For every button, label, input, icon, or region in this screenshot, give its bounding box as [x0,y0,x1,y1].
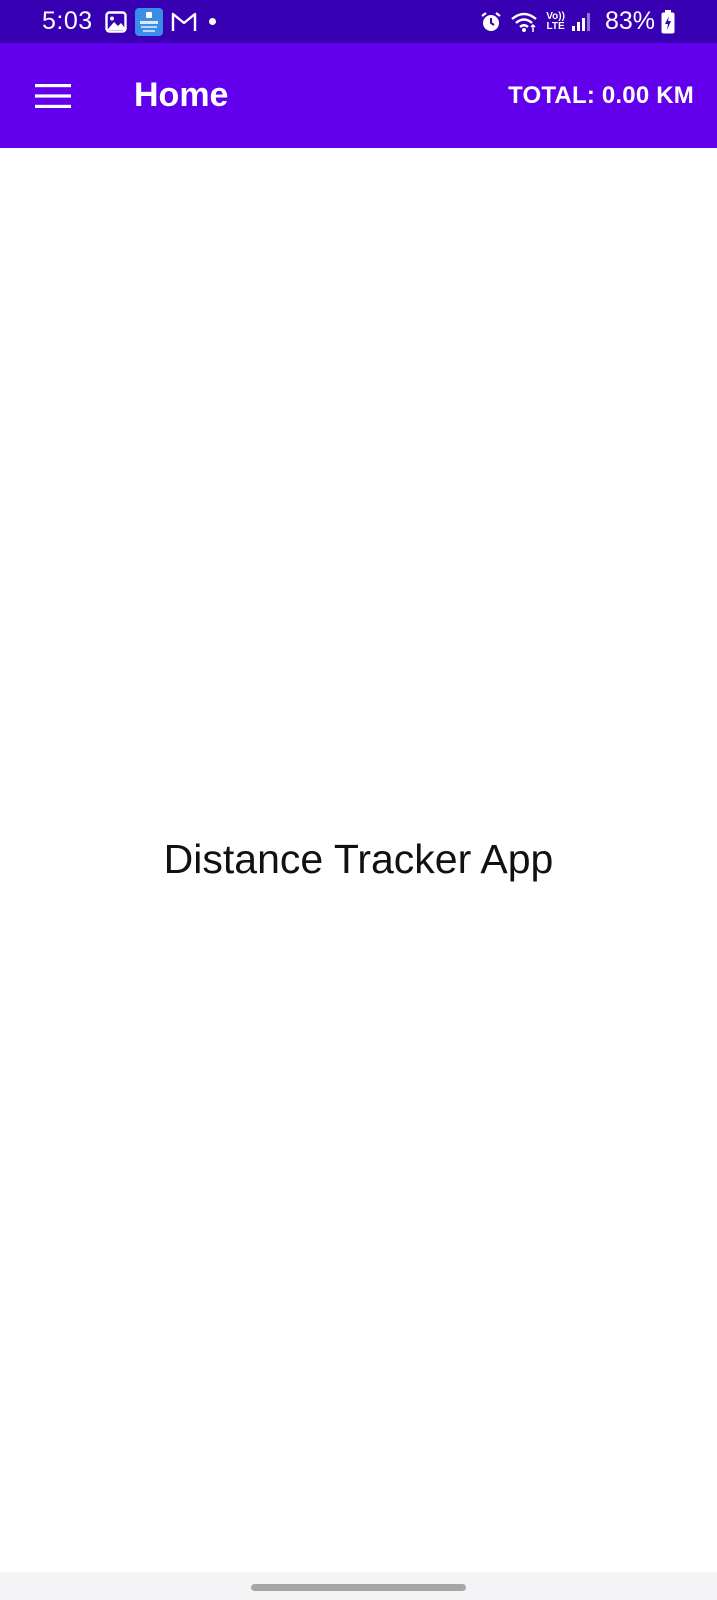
menu-button[interactable] [0,43,106,148]
main-content: Distance Tracker App [0,148,717,1572]
status-time: 5:03 [42,7,93,35]
total-distance: TOTAL: 0.00 KM [508,81,694,109]
alarm-icon [480,11,502,33]
app-heading: Distance Tracker App [163,836,554,882]
image-icon [104,10,127,33]
status-bar: 5:03 Vo)) LTE 83% [0,0,717,43]
signal-icon [571,12,591,32]
network-type-label: Vo)) LTE [546,11,565,32]
battery-charging-icon [661,9,675,34]
app-bar: Home TOTAL: 0.00 KM [0,43,717,148]
wifi-icon [510,11,538,33]
status-bar-right: Vo)) LTE 83% [480,7,675,36]
page-title: Home [134,76,229,114]
app-notification-icon [134,7,163,36]
navigation-bar [0,1572,717,1600]
home-gesture-handle[interactable] [251,1584,466,1591]
status-bar-left: 5:03 [42,7,216,36]
gmail-icon [171,11,197,33]
battery-percent: 83% [604,7,655,35]
notification-dot-icon [208,18,216,25]
hamburger-menu-icon [35,83,71,108]
lte-label: LTE [546,20,565,32]
